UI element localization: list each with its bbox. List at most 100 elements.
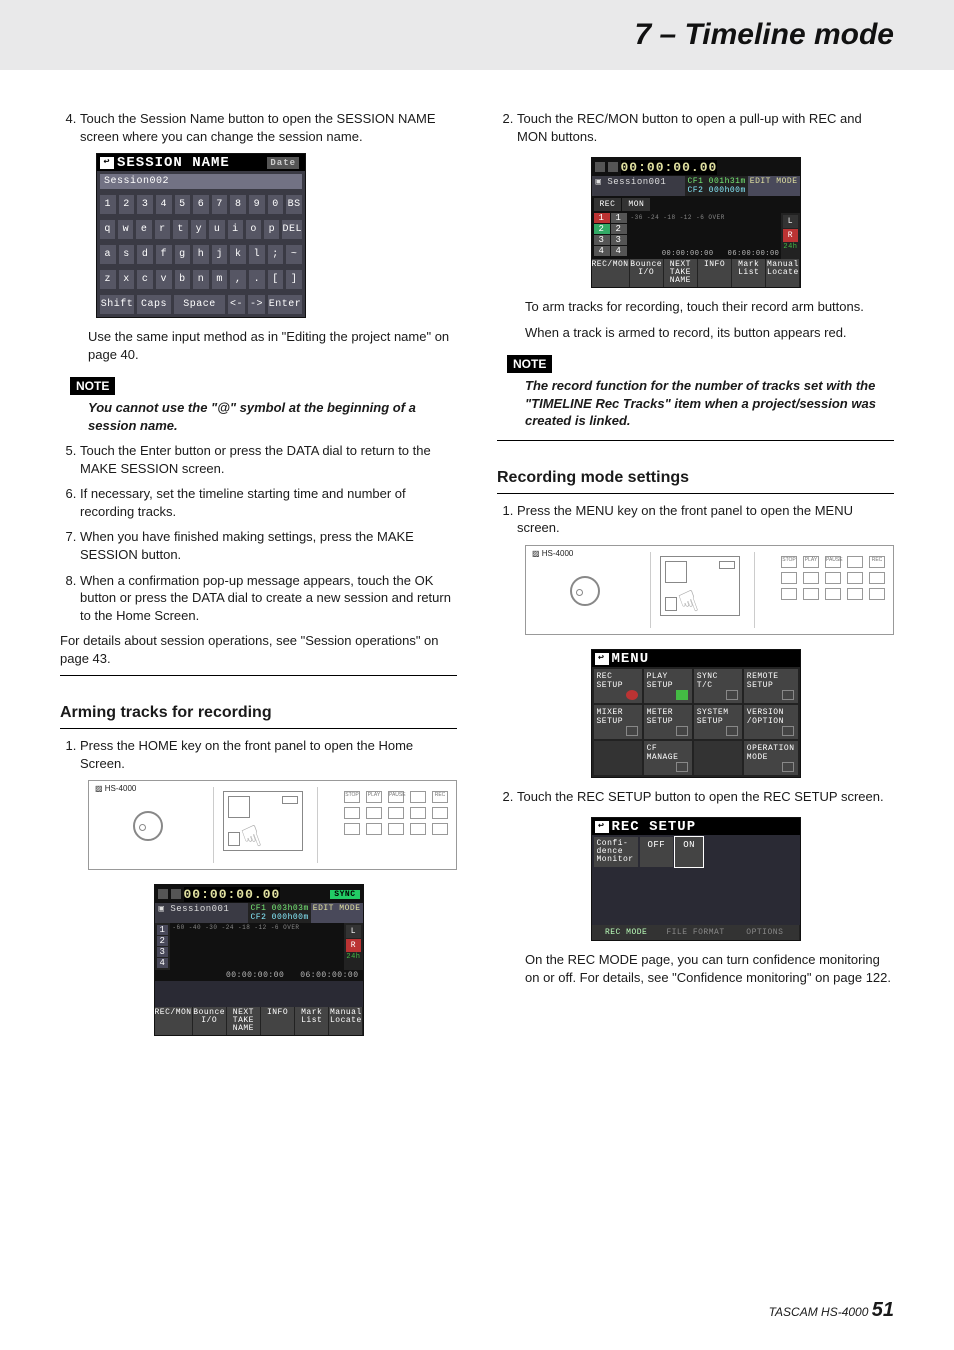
session-steps-cont: Touch the Enter button or press the DATA… xyxy=(60,442,457,624)
menu-cell: METER SETUP xyxy=(644,705,692,739)
timecode: 00:00:00.00 xyxy=(184,887,281,902)
menu-cell: PLAY SETUP xyxy=(644,669,692,703)
menu-grid: REC SETUPPLAY SETUPSYNC T/CREMOTE SETUP M… xyxy=(592,667,800,777)
right-column: Touch the REC/MON button to open a pull-… xyxy=(497,110,894,1046)
hardware-panel-illustration-2: ▨ HS-4000 ☟ STOPPLAYPAUSEREC xyxy=(525,545,894,635)
key-v: v xyxy=(156,270,172,289)
key-BS: BS xyxy=(286,195,302,214)
key-0: 0 xyxy=(268,195,284,214)
recmon-step-2: Touch the REC/MON button to open a pull-… xyxy=(517,110,894,145)
key-4: 4 xyxy=(156,195,172,214)
key-i: i xyxy=(228,220,243,239)
meter-area: -60 -40 -30 -24 -18 -12 -6 OVER xyxy=(170,923,344,970)
recmode-step-1: Press the MENU key on the front panel to… xyxy=(517,502,894,537)
menu-cell: SYNC T/C xyxy=(694,669,742,703)
arm-note-1: To arm tracks for recording, touch their… xyxy=(497,298,894,316)
chapter-header: 7 – Timeline mode xyxy=(0,0,954,70)
key-g: g xyxy=(175,245,191,264)
step-7: When you have finished making settings, … xyxy=(80,528,457,563)
session-name-instruction: Use the same input method as in "Editing… xyxy=(60,328,457,363)
key-[: [ xyxy=(268,270,284,289)
recmon-screenshot: 00:00:00.00 ▣ Session001 CF1 001h31mCF2 … xyxy=(591,157,801,288)
track-numbers: 1 2 3 4 xyxy=(155,923,171,970)
note-label: NOTE xyxy=(507,355,552,373)
back-icon: ↩ xyxy=(100,157,114,169)
menu-cell: REC SETUP xyxy=(594,669,642,703)
keyboard-bottom-row: Shift Caps Space <- -> Enter xyxy=(97,292,305,317)
key-l: l xyxy=(249,245,265,264)
recmode-steps-2: Touch the REC SETUP button to open the R… xyxy=(497,788,894,806)
arming-heading: Arming tracks for recording xyxy=(60,690,457,722)
menu-cell xyxy=(594,741,642,775)
edit-mode: EDIT MODE xyxy=(311,903,363,923)
session-name-title: SESSION NAME xyxy=(117,155,230,171)
session-name-field: Session002 xyxy=(100,174,302,189)
key-r: r xyxy=(155,220,170,239)
key-1: 1 xyxy=(100,195,116,214)
home-screen-screenshot: 00:00:00.00 SYNC ▣ Session001 CF1 003h03… xyxy=(154,884,364,1036)
menu-cell xyxy=(694,741,742,775)
key-x: x xyxy=(119,270,135,289)
menu-cell: CF MANAGE xyxy=(644,741,692,775)
home-bottom-buttons: REC/MON Bounce I/O NEXT TAKE NAME INFO M… xyxy=(155,1007,363,1035)
key-,: , xyxy=(230,270,246,289)
key-3: 3 xyxy=(137,195,153,214)
rec-setup-screenshot: ↩ REC SETUP Confi- dence Monitor OFF ON … xyxy=(591,817,801,941)
key-w: w xyxy=(118,220,133,239)
key-o: o xyxy=(246,220,261,239)
arm-step-1: Press the HOME key on the front panel to… xyxy=(80,737,457,772)
key-2: 2 xyxy=(119,195,135,214)
page-footer: TASCAM HS-4000 51 xyxy=(769,1299,894,1322)
key-u: u xyxy=(209,220,224,239)
key-n: n xyxy=(193,270,209,289)
key-space: Space xyxy=(174,295,225,314)
arm-note-2: When a track is armed to record, its but… xyxy=(497,324,894,342)
key-right: -> xyxy=(248,295,265,314)
key-k: k xyxy=(230,245,246,264)
recmon-steps: Touch the REC/MON button to open a pull-… xyxy=(497,110,894,145)
sync-badge: SYNC xyxy=(330,890,359,899)
key-7: 7 xyxy=(212,195,228,214)
step-5: Touch the Enter button or press the DATA… xyxy=(80,442,457,477)
menu-cell: REMOTE SETUP xyxy=(744,669,798,703)
key-5: 5 xyxy=(175,195,191,214)
session-name-screenshot: ↩ SESSION NAME Date Session002 123456789… xyxy=(96,153,306,318)
step-6: If necessary, set the timeline starting … xyxy=(80,485,457,520)
session-label: Session001 xyxy=(170,904,229,914)
key-6: 6 xyxy=(193,195,209,214)
recmode-steps: Press the MENU key on the front panel to… xyxy=(497,502,894,537)
session-steps: Touch the Session Name button to open th… xyxy=(60,110,457,145)
key-t: t xyxy=(173,220,188,239)
date-tag: Date xyxy=(267,157,299,169)
arming-steps: Press the HOME key on the front panel to… xyxy=(60,737,457,772)
key-b: b xyxy=(175,270,191,289)
key-p: p xyxy=(264,220,279,239)
key-d: d xyxy=(137,245,153,264)
key-e: e xyxy=(136,220,151,239)
hardware-panel-illustration: ▨ HS-4000 ☟ STOPPLAYPAUSEREC xyxy=(88,780,457,870)
session-name-titlebar: ↩ SESSION NAME Date xyxy=(97,154,305,171)
key-;: ; xyxy=(268,245,284,264)
key-shift: Shift xyxy=(100,295,134,314)
key-q: q xyxy=(100,220,115,239)
details-ref: For details about session operations, se… xyxy=(60,632,457,667)
menu-cell: OPERATION MODE xyxy=(744,741,798,775)
note-label: NOTE xyxy=(70,377,115,395)
key-~: ~ xyxy=(286,245,302,264)
key-]: ] xyxy=(286,270,302,289)
menu-screenshot: ↩ MENU REC SETUPPLAY SETUPSYNC T/CREMOTE… xyxy=(591,649,801,778)
key-h: h xyxy=(193,245,209,264)
key-9: 9 xyxy=(249,195,265,214)
key-j: j xyxy=(212,245,228,264)
key-8: 8 xyxy=(230,195,246,214)
recmode-step-2: Touch the REC SETUP button to open the R… xyxy=(517,788,894,806)
key-y: y xyxy=(191,220,206,239)
key-s: s xyxy=(119,245,135,264)
menu-cell: SYSTEM SETUP xyxy=(694,705,742,739)
keyboard-rows: 1234567890BSqwertyuiopDELasdfghjkl;~zxcv… xyxy=(97,192,305,292)
note-body: The record function for the number of tr… xyxy=(497,377,894,438)
key-z: z xyxy=(100,270,116,289)
chapter-title: 7 – Timeline mode xyxy=(634,18,894,52)
menu-cell: VERSION /OPTION xyxy=(744,705,798,739)
key-.: . xyxy=(249,270,265,289)
